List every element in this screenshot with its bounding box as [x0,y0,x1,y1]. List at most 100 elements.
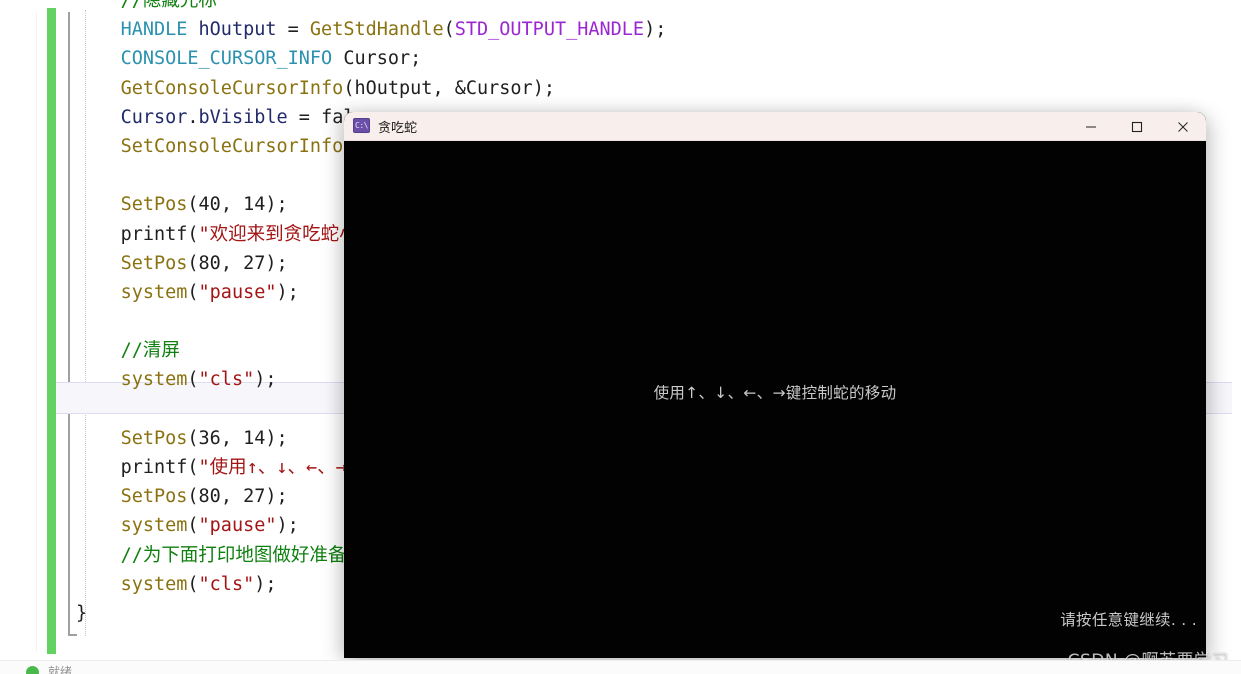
code-token-str: "pause" [198,281,277,303]
console-titlebar[interactable]: C:\ 贪吃蛇 [344,112,1206,141]
console-app-icon: C:\ [353,118,370,133]
code-token-plain: 27 [243,252,266,274]
code-token-comment: //为下面打印地图做好准备 [120,544,347,566]
code-token-punct: ); [644,19,667,41]
code-token-fn: system [120,369,188,391]
code-token-punct: ); [265,486,288,508]
code-token-punct: , [220,252,244,274]
console-output-area[interactable]: 使用↑、↓、←、→键控制蛇的移动 请按任意键继续. . . [344,141,1206,658]
change-bar-indicator [47,8,56,654]
code-token-plain: 40 [198,194,221,216]
code-line: HANDLE hOutput = GetStdHandle(STD_OUTPUT… [76,15,1236,44]
code-line: GetConsoleCursorInfo(hOutput, &Cursor); [76,74,1236,103]
code-token-punct: ( [343,77,355,99]
code-token-punct: ( [187,369,199,391]
code-token-fn: SetPos [120,427,188,449]
code-token-plain: 27 [243,486,266,508]
code-token-fn: SetConsoleCursorInfo [120,135,344,157]
code-token-punct: ( [187,281,199,303]
code-token-type: HANDLE [120,19,188,41]
code-token-fn: GetStdHandle [309,19,444,41]
code-token-punct: ( [187,252,199,274]
code-token-plain: 80 [198,252,221,274]
code-token-fn: system [120,573,188,595]
code-token-punct: ( [187,194,199,216]
code-token-fn: GetConsoleCursorInfo [120,77,344,99]
maximize-icon [1131,121,1143,132]
code-token-brace: } [76,602,88,624]
code-token-plain: = [287,106,322,128]
close-button[interactable] [1160,112,1206,141]
code-token-var: bVisible [198,106,288,128]
code-token-plain: 36 [198,427,221,449]
code-token-str: "cls" [198,573,255,595]
code-token-fn: SetPos [120,194,188,216]
code-token-plain: 14 [243,427,266,449]
code-token-plain: &Cursor [454,77,533,99]
code-token-punct: . [187,106,199,128]
code-token-comment: //清屏 [120,340,180,362]
code-fold-rule[interactable] [68,12,70,636]
code-token-var: hOutput [198,19,277,41]
editor-gutter [0,0,36,660]
code-token-punct: ( [187,223,199,245]
code-token-punct: ( [187,515,199,537]
code-token-macro: STD_OUTPUT_HANDLE [454,19,645,41]
code-token-str: "cls" [198,369,255,391]
code-token-fn: SetPos [120,252,188,274]
code-token-punct: ( [187,427,199,449]
code-token-punct: , [220,486,244,508]
code-token-punct: ); [276,515,299,537]
code-token-str: "pause" [198,515,277,537]
code-token-punct: ); [254,573,277,595]
code-token-punct: ( [187,573,199,595]
code-token-plain: Cursor [343,48,411,70]
console-instruction-text: 使用↑、↓、←、→键控制蛇的移动 [653,384,897,402]
code-token-punct: ); [532,77,555,99]
minimize-button[interactable] [1068,112,1114,141]
status-bar-text: 就绪 [48,665,73,674]
code-token-punct: ); [254,369,277,391]
code-token-punct: , [432,77,455,99]
window-controls [1068,112,1206,141]
code-token-plain: = [276,19,310,41]
code-token-punct: ); [276,281,299,303]
code-token-plain: 14 [243,194,266,216]
code-token-fn: system [120,515,188,537]
code-token-punct: ; [410,48,422,70]
code-line: CONSOLE_CURSOR_INFO Cursor; [76,44,1236,73]
maximize-button[interactable] [1114,112,1160,141]
code-token-punct: , [220,194,244,216]
close-icon [1178,121,1188,132]
status-indicator-dot [26,666,39,674]
code-token-comment: //隐藏光标 [120,0,217,11]
minimize-icon [1086,126,1096,127]
code-token-plain: 80 [198,486,221,508]
status-bar: 就绪 [0,660,1241,674]
code-token-type: CONSOLE_CURSOR_INFO [120,48,333,70]
console-window-title: 贪吃蛇 [378,121,418,136]
code-token-var: Cursor [120,106,188,128]
console-window[interactable]: C:\ 贪吃蛇 使用↑、↓、←、→键控制蛇的移动 请按任意键继续. . . [344,112,1206,658]
screenshot-root: //隐藏光标 HANDLE hOutput = GetStdHandle(STD… [0,0,1241,674]
gutter-divider [36,12,37,652]
code-token-plain: hOutput [354,77,433,99]
code-token-punct: ( [443,19,455,41]
code-token-punct: , [220,427,244,449]
